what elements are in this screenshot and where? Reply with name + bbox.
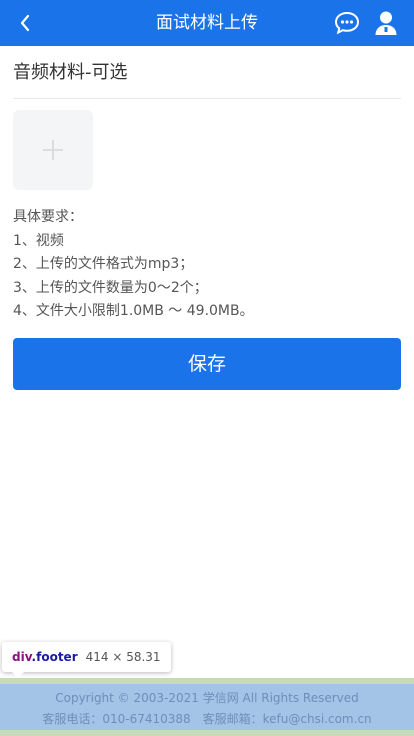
section-title: 音频材料-可选 — [13, 62, 128, 83]
user-button[interactable] — [374, 10, 398, 36]
footer-contact: 客服电话：010-67410388 客服邮箱：kefu@chsi.com.cn — [42, 712, 372, 726]
footer-copyright: Copyright © 2003-2021 学信网 All Rights Res… — [55, 691, 359, 705]
requirement-item: 3、上传的文件数量为0～2个； — [13, 279, 208, 296]
requirement-item: 2、上传的文件格式为mp3； — [13, 256, 194, 272]
user-icon — [375, 11, 397, 35]
requirements-list: 具体要求： 1、视频 2、上传的文件格式为mp3； 3、上传的文件数量为0～2个… — [13, 206, 254, 324]
devtools-class: .footer — [31, 650, 78, 664]
devtools-size: 414 × 58.31 — [85, 650, 161, 664]
devtools-tooltip: div.footer 414 × 58.31 — [2, 642, 171, 672]
requirement-item: 1、视频 — [13, 232, 64, 249]
top-nav-bar: 面试材料上传 — [0, 0, 414, 46]
chat-button[interactable] — [334, 11, 360, 35]
divider — [13, 98, 401, 99]
footer: Copyright © 2003-2021 学信网 All Rights Res… — [0, 678, 414, 736]
upload-button[interactable] — [13, 110, 93, 190]
devtools-tag: div — [12, 650, 32, 664]
requirements-heading: 具体要求： — [13, 209, 83, 225]
chat-bubble-icon — [334, 11, 360, 35]
requirement-item: 4、文件大小限制1.0MB ～ 49.0MB。 — [13, 303, 254, 319]
plus-icon — [43, 140, 63, 160]
save-button[interactable]: 保存 — [13, 338, 401, 390]
